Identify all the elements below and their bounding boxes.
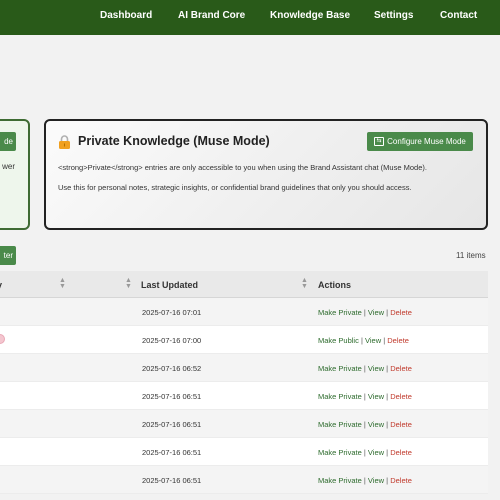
private-knowledge-usage-note: Use this for personal notes, strategic i… [58,183,412,192]
last-updated-cell: 2025-07-16 06:51 [142,392,202,401]
delete-link[interactable]: Delete [387,336,409,345]
private-knowledge-description: <strong>Private</strong> entries are onl… [58,163,427,172]
separator: | [386,364,389,373]
view-link[interactable]: View [368,476,384,485]
configure-muse-mode-label: Configure Muse Mode [387,137,466,146]
lock-icon [59,135,70,149]
table-header: y ▲▼ ▲▼ Last Updated ▲▼ Actions [0,271,488,298]
nav-contact[interactable]: Contact [440,10,477,21]
column-header-type[interactable]: y [0,280,2,290]
separator: | [363,392,366,401]
separator: | [363,476,366,485]
muse-mode-icon: ⇆ [374,137,385,146]
separator: | [383,336,386,345]
filter-button[interactable]: ter [0,246,16,265]
delete-link[interactable]: Delete [390,420,412,429]
row-actions: Make Private | View | Delete [318,364,412,373]
column-header-last-updated[interactable]: Last Updated [141,280,198,290]
last-updated-cell: 2025-07-16 06:51 [142,476,202,485]
make-public-link[interactable]: Make Public [318,336,359,345]
last-updated-cell: 2025-07-16 07:01 [142,308,202,317]
table-row: 2025-07-16 06:52 Make Private | View | D… [0,354,488,382]
row-actions: Make Public | View | Delete [318,336,409,345]
view-link[interactable]: View [368,364,384,373]
separator: | [363,364,366,373]
separator: | [363,420,366,429]
make-private-link[interactable]: Make Private [318,448,362,457]
make-private-link[interactable]: Make Private [318,364,362,373]
view-link[interactable]: View [368,420,384,429]
separator: | [363,448,366,457]
column-header-actions: Actions [318,280,352,290]
separator: | [386,308,389,317]
row-actions: Make Private | View | Delete [318,476,412,485]
view-link[interactable]: View [368,392,384,401]
separator: | [386,476,389,485]
last-updated-cell: 2025-07-16 07:00 [142,336,202,345]
make-private-link[interactable]: Make Private [318,392,362,401]
make-private-link[interactable]: Make Private [318,420,362,429]
sort-arrows-icon[interactable]: ▲ ▼ [59,277,66,290]
separator: | [386,392,389,401]
row-actions: Make Private | View | Delete [318,420,412,429]
left-card-button[interactable]: de [0,132,16,151]
delete-link[interactable]: Delete [390,308,412,317]
table-row: 2025-07-16 06:51 Make Private | View | D… [0,410,488,438]
row-actions: Make Private | View | Delete [318,448,412,457]
row-actions: Make Private | View | Delete [318,392,412,401]
view-link[interactable]: View [368,448,384,457]
table-row: 2025-07-16 06:51 Make Private | View | D… [0,438,488,466]
view-link[interactable]: View [368,308,384,317]
sort-arrows-icon[interactable]: ▲ ▼ [301,277,308,290]
sort-arrows-icon[interactable]: ▲ ▼ [125,277,132,290]
separator: | [363,308,366,317]
left-card-text: wer [2,162,15,171]
private-dot-icon [0,334,5,344]
delete-link[interactable]: Delete [390,364,412,373]
table-row: 2025-07-16 06:51 Make Private | View | D… [0,382,488,410]
view-link[interactable]: View [365,336,381,345]
table-row: 2025-07-16 07:01 Make Private | View | D… [0,298,488,326]
last-updated-cell: 2025-07-16 06:51 [142,448,202,457]
last-updated-cell: 2025-07-16 06:52 [142,364,202,373]
table-row: 2025-07-16 07:00 Make Public | View | De… [0,326,488,354]
top-navbar: Dashboard AI Brand Core Knowledge Base S… [0,0,500,35]
nav-ai-brand-core[interactable]: AI Brand Core [178,10,245,21]
row-actions: Make Private | View | Delete [318,308,412,317]
delete-link[interactable]: Delete [390,448,412,457]
delete-link[interactable]: Delete [390,392,412,401]
configure-muse-mode-button[interactable]: ⇆ Configure Muse Mode [367,132,473,151]
nav-dashboard[interactable]: Dashboard [100,10,152,21]
make-private-link[interactable]: Make Private [318,476,362,485]
delete-link[interactable]: Delete [390,476,412,485]
table-row: 2025-07-16 06:51 Make Private | View | D… [0,466,488,494]
nav-knowledge-base[interactable]: Knowledge Base [270,10,350,21]
make-private-link[interactable]: Make Private [318,308,362,317]
last-updated-cell: 2025-07-16 06:51 [142,420,202,429]
separator: | [386,448,389,457]
nav-settings[interactable]: Settings [374,10,413,21]
item-count: 11 items [456,251,486,260]
separator: | [360,336,363,345]
private-knowledge-title: Private Knowledge (Muse Mode) [78,134,270,148]
separator: | [386,420,389,429]
